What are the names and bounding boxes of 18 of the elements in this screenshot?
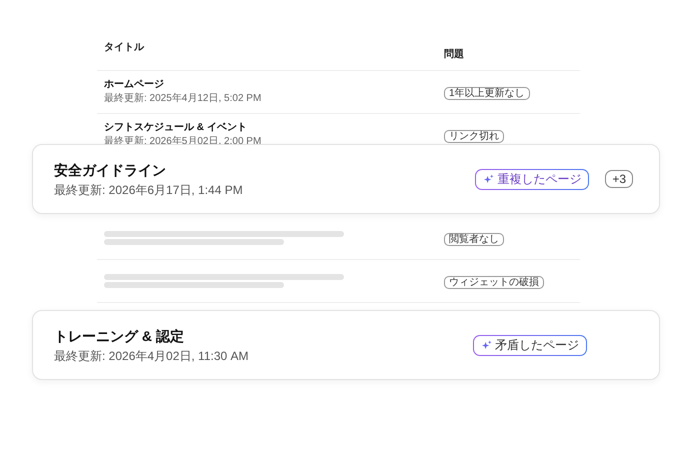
issue-tag: 重複したページ bbox=[475, 168, 590, 190]
sparkle-icon bbox=[481, 340, 492, 350]
issue-tag: 1年以上更新なし bbox=[444, 87, 530, 100]
last-updated: 最終更新: 2026年4月02日, 11:30 AM bbox=[54, 348, 249, 364]
page-title: トレーニング & 認定 bbox=[54, 326, 185, 344]
page-title: ホームページ bbox=[104, 79, 165, 91]
more-count-badge[interactable]: +3 bbox=[605, 170, 633, 188]
column-header: タイトル bbox=[104, 41, 146, 54]
last-updated: 最終更新: 2025年4月12日, 5:02 PM bbox=[104, 93, 262, 105]
issue-tag: ウィジェットの破損 bbox=[444, 276, 544, 289]
page-title: シフトスケジュール & イベント bbox=[104, 122, 248, 134]
issue-tag: リンク切れ bbox=[444, 130, 504, 143]
sparkle-icon bbox=[483, 174, 494, 184]
issue-tag: 矛盾したページ bbox=[473, 334, 587, 356]
column-header: 問題 bbox=[444, 48, 465, 61]
last-updated: 最終更新: 2026年6月17日, 1:44 PM bbox=[54, 182, 243, 198]
page-title: 安全ガイドライン bbox=[54, 160, 167, 178]
issue-tag: 閲覧者なし bbox=[444, 233, 504, 246]
